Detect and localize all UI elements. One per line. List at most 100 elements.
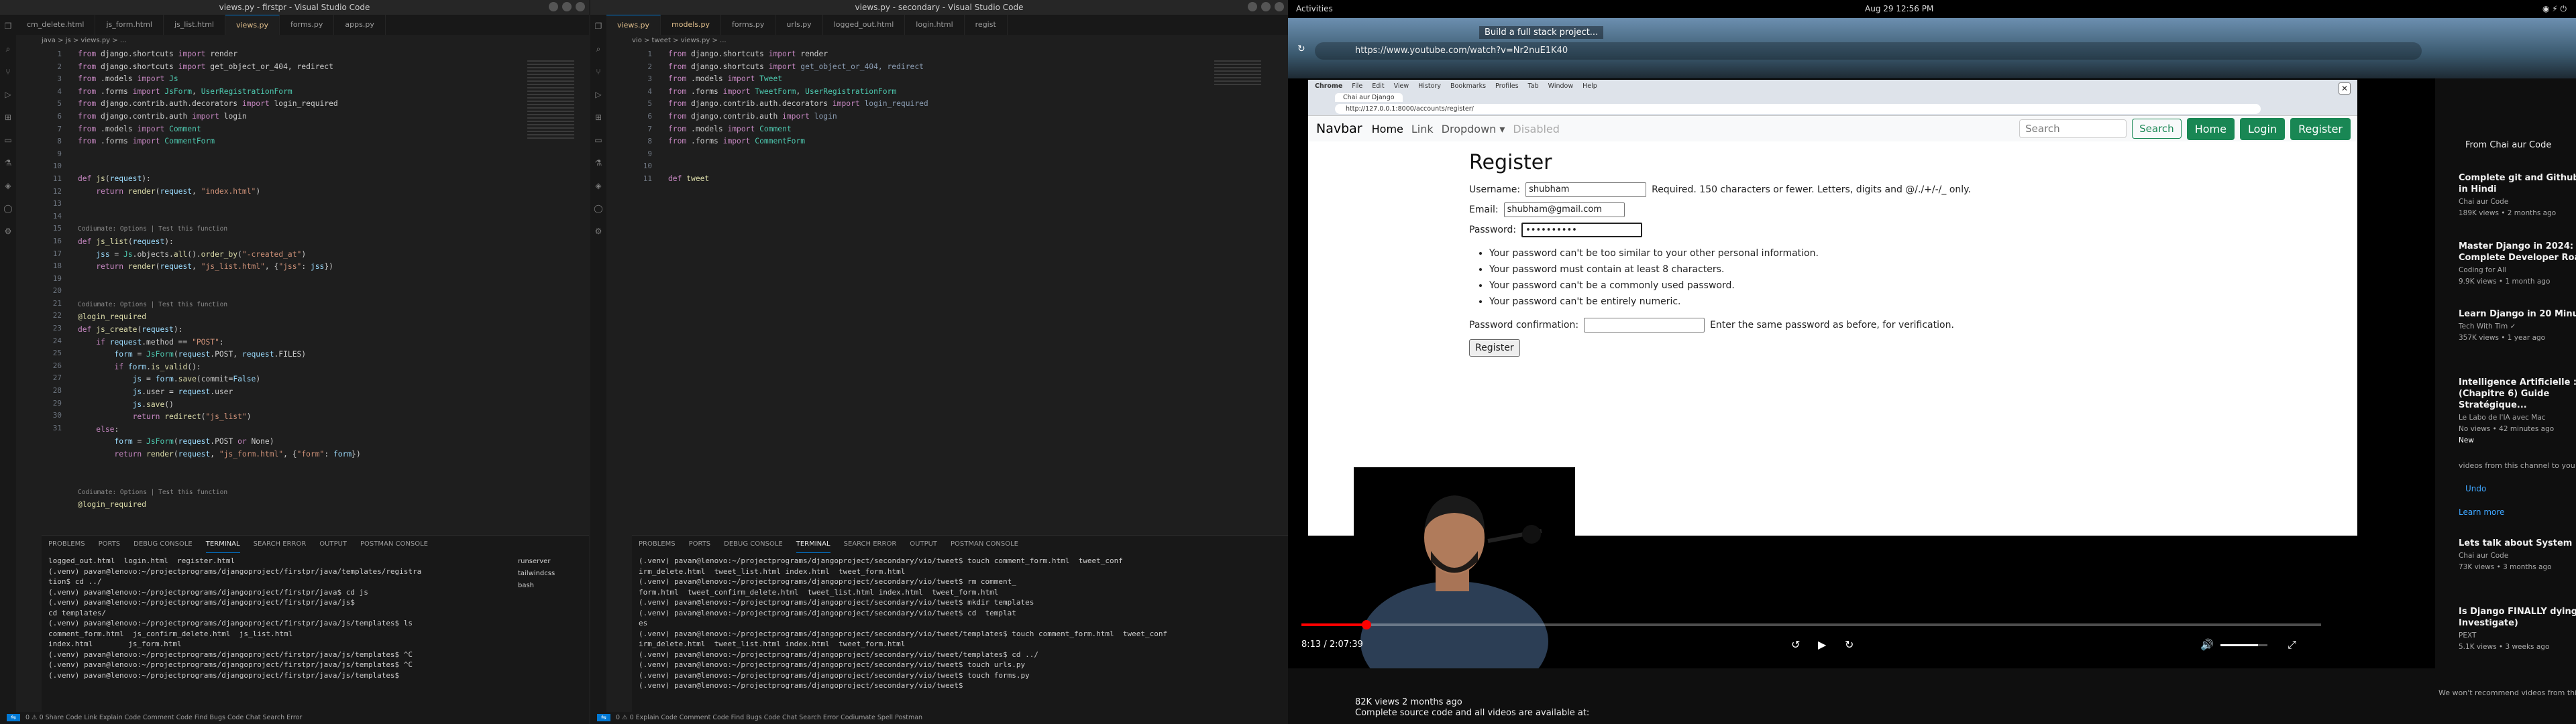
tab-apps[interactable]: apps.py — [334, 15, 386, 35]
remote-indicator[interactable]: ⇋ — [597, 714, 610, 721]
source-control-icon[interactable]: ⑂ — [3, 67, 13, 76]
panel-tab-output[interactable]: OUTPUT — [319, 536, 347, 553]
learn-more-link[interactable]: Learn more — [2459, 507, 2504, 517]
menu-item[interactable]: Bookmarks — [1450, 82, 1486, 90]
seek-back-icon[interactable]: ↺ — [1791, 638, 1800, 651]
site-login-button[interactable]: Login — [2239, 117, 2286, 140]
breadcrumb[interactable]: java > js > views.py > ... — [42, 35, 126, 47]
play-icon[interactable]: ▶ — [1818, 638, 1826, 651]
menu-item[interactable]: History — [1418, 82, 1441, 90]
explorer-icon[interactable]: ❐ — [3, 21, 13, 31]
terminal-output[interactable]: logged_out.html login.html register.html… — [42, 553, 498, 683]
code-editor[interactable]: from django.shortcuts import render from… — [78, 48, 361, 511]
menu-item[interactable]: View — [1394, 82, 1409, 90]
menu-item[interactable]: Profiles — [1495, 82, 1519, 90]
search-icon[interactable]: ⌕ — [594, 44, 603, 54]
accounts-icon[interactable]: ◯ — [3, 204, 13, 213]
inner-tab[interactable]: Chai aur Django — [1335, 93, 1403, 102]
menu-item[interactable]: Edit — [1372, 82, 1384, 90]
activities-button[interactable]: Activities — [1296, 4, 1333, 13]
site-search-input[interactable]: Search — [2019, 119, 2127, 138]
tab-register[interactable]: regist — [965, 15, 1008, 35]
explorer-icon[interactable]: ❐ — [594, 21, 603, 31]
video-card[interactable]: Lets talk about System DesignChai aur Co… — [2459, 538, 2576, 572]
search-icon[interactable]: ⌕ — [3, 44, 13, 54]
username-input[interactable]: shubham — [1525, 182, 1647, 197]
volume-icon[interactable]: 🔊 — [2200, 638, 2214, 651]
minimize-button[interactable] — [1248, 2, 1257, 11]
nav-link[interactable]: Link — [1411, 123, 1434, 135]
minimap[interactable] — [1214, 60, 1261, 87]
video-card[interactable]: Intelligence Artificielle : (Chapitre 6)… — [2459, 377, 2576, 445]
video-card[interactable]: Learn Django in 20 Minutes!!Tech With Ti… — [2459, 308, 2576, 343]
tab-login[interactable]: login.html — [905, 15, 965, 35]
video-card[interactable]: Is Django FINALLY dying? (Let's Investig… — [2459, 606, 2576, 652]
minimize-button[interactable] — [549, 2, 558, 11]
video-description[interactable]: 82K views 2 months ago Complete source c… — [1355, 697, 1589, 719]
docker-icon[interactable]: ◈ — [594, 181, 603, 190]
terminal-list-item[interactable]: runserver — [518, 556, 555, 568]
panel-tab-problems[interactable]: PROBLEMS — [48, 536, 85, 553]
panel-tab-output[interactable]: OUTPUT — [910, 536, 937, 553]
tab-models[interactable]: models.py — [661, 15, 722, 35]
menu-item[interactable]: Help — [1582, 82, 1597, 90]
video-card[interactable]: Master Django in 2024: Complete Develope… — [2459, 241, 2576, 286]
settings-icon[interactable]: ⚙ — [3, 227, 13, 236]
nav-dropdown[interactable]: Dropdown ▾ — [1442, 123, 1505, 135]
address-bar[interactable]: https://www.youtube.com/watch?v=Nr2nuE1K… — [1315, 42, 2422, 60]
menu-item[interactable]: Window — [1548, 82, 1573, 90]
tab-forms[interactable]: forms.py — [280, 15, 335, 35]
reload-icon[interactable]: ↻ — [1297, 44, 1305, 54]
tab-js-list[interactable]: js_list.html — [164, 15, 225, 35]
close-button[interactable] — [576, 2, 585, 11]
panel-tab-ports[interactable]: PORTS — [689, 536, 711, 553]
video-player[interactable]: Chrome File Edit View History Bookmarks … — [1288, 78, 2435, 668]
docker-icon[interactable]: ◈ — [3, 181, 13, 190]
accounts-icon[interactable]: ◯ — [594, 204, 603, 213]
tab-forms[interactable]: forms.py — [721, 15, 776, 35]
terminal-list-item[interactable]: bash — [518, 580, 555, 592]
remote-icon[interactable]: ▭ — [594, 135, 603, 145]
progress-track[interactable] — [1301, 623, 2321, 626]
site-search-button[interactable]: Search — [2132, 119, 2182, 139]
run-debug-icon[interactable]: ▷ — [594, 90, 603, 99]
panel-tab-terminal[interactable]: TERMINAL — [205, 536, 240, 553]
settings-icon[interactable]: ⚙ — [594, 227, 603, 236]
navbar-brand[interactable]: Navbar — [1316, 121, 1362, 136]
site-register-button[interactable]: Register — [2290, 117, 2351, 140]
seek-forward-icon[interactable]: ↻ — [1845, 638, 1854, 651]
terminal-list-item[interactable]: tailwindcss — [518, 568, 555, 580]
sidebar-header[interactable]: From Chai aur Code — [2465, 140, 2551, 150]
menu-item[interactable]: File — [1352, 82, 1362, 90]
register-submit-button[interactable]: Register — [1469, 339, 1520, 357]
breadcrumb[interactable]: vio > tweet > views.py > ... — [632, 35, 727, 47]
site-home-button[interactable]: Home — [2186, 117, 2235, 140]
clock[interactable]: Aug 29 12:56 PM — [1865, 0, 1933, 18]
extensions-icon[interactable]: ⊞ — [594, 113, 603, 122]
close-button[interactable] — [1275, 2, 1284, 11]
notification-toast[interactable]: Build a full stack project... — [1479, 26, 1604, 39]
testing-icon[interactable]: ⚗ — [3, 158, 13, 168]
tab-js-form[interactable]: js_form.html — [95, 15, 164, 35]
remote-icon[interactable]: ▭ — [3, 135, 13, 145]
source-control-icon[interactable]: ⑂ — [594, 67, 603, 76]
confirm-input[interactable] — [1584, 318, 1705, 333]
panel-tab-problems[interactable]: PROBLEMS — [639, 536, 676, 553]
tab-views[interactable]: views.py — [606, 15, 661, 35]
maximize-button[interactable] — [562, 2, 572, 11]
panel-tab-postman[interactable]: POSTMAN CONSOLE — [360, 536, 428, 553]
progress-handle[interactable] — [1362, 620, 1372, 629]
tab-views[interactable]: views.py — [225, 15, 280, 35]
nav-link-home[interactable]: Home — [1372, 123, 1403, 135]
code-editor[interactable]: from django.shortcuts import render from… — [668, 48, 928, 186]
fullscreen-icon[interactable]: ⤢ — [2288, 638, 2296, 652]
menu-item[interactable]: Chrome — [1315, 82, 1342, 90]
system-tray-icon[interactable]: ◉ ⚡ ⏻ — [2542, 0, 2567, 18]
close-icon[interactable]: ✕ — [2339, 82, 2351, 95]
tab-logged-out[interactable]: logged_out.html — [823, 15, 906, 35]
terminal-output[interactable]: (.venv) pavan@lenovo:~/projectprograms/d… — [632, 553, 1283, 694]
password-input[interactable]: •••••••••• — [1521, 223, 1643, 237]
panel-tab-debug[interactable]: DEBUG CONSOLE — [724, 536, 783, 553]
tab-cm-delete[interactable]: cm_delete.html — [16, 15, 96, 35]
panel-tab-search-error[interactable]: SEARCH ERROR — [254, 536, 307, 553]
